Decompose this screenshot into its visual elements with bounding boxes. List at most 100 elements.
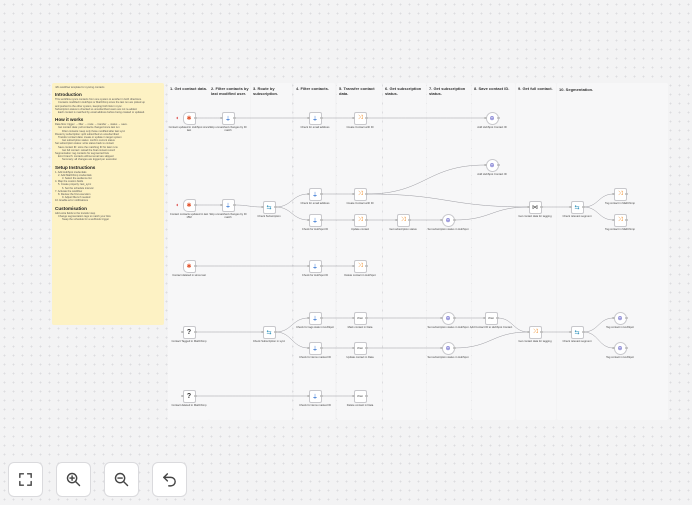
node-label: Tag contact in MailChimp — [604, 202, 636, 205]
node-in-handle[interactable] — [307, 192, 310, 196]
node-in-handle[interactable] — [352, 346, 355, 350]
node-out-handle[interactable] — [496, 316, 499, 320]
zoom-in-button[interactable] — [56, 462, 91, 497]
node-out-handle[interactable] — [274, 205, 277, 209]
node-out-handle[interactable] — [194, 116, 197, 120]
node-out-handle[interactable] — [194, 203, 197, 207]
node-out-handle[interactable] — [365, 116, 368, 120]
node-label: Contact updated in HubSpot since last — [168, 126, 210, 133]
node-label: Add Contact ID to HubSpot Contact — [469, 326, 513, 329]
node-label: Check relevant segment — [562, 215, 592, 218]
node-out-handle[interactable] — [625, 346, 628, 350]
node-out-handle[interactable] — [582, 330, 585, 334]
node-out-handle[interactable] — [365, 346, 368, 350]
node-out-handle[interactable] — [625, 218, 628, 222]
node-in-handle[interactable] — [307, 346, 310, 350]
node-out-handle[interactable] — [365, 394, 368, 398]
node-label: Check for items marked ID — [299, 404, 331, 407]
node-in-handle[interactable] — [181, 394, 184, 398]
node-in-handle[interactable] — [352, 264, 355, 268]
node-in-handle[interactable] — [395, 218, 398, 222]
node-in-handle[interactable] — [440, 346, 443, 350]
node-label: Tag contact in HubSpot — [606, 356, 634, 359]
node-out-handle[interactable] — [540, 330, 543, 334]
node-out-handle[interactable] — [320, 218, 323, 222]
zoom-in-icon — [66, 472, 81, 487]
connection — [366, 193, 529, 208]
node-out-handle[interactable] — [320, 346, 323, 350]
node-in-handle[interactable] — [612, 346, 615, 350]
node-in-handle[interactable] — [352, 218, 355, 222]
node-in-handle[interactable] — [527, 205, 530, 209]
node-in-handle[interactable] — [440, 316, 443, 320]
node-in-handle[interactable] — [569, 205, 572, 209]
node-out-handle[interactable] — [274, 330, 277, 334]
node-out-handle[interactable] — [320, 394, 323, 398]
node-label: Check for tags stale in HubSpot — [296, 326, 334, 329]
node-out-handle[interactable] — [625, 316, 628, 320]
node-out-handle[interactable] — [497, 116, 500, 120]
transform-icon: ⤨ — [617, 190, 623, 197]
node-in-handle[interactable] — [307, 116, 310, 120]
node-in-handle[interactable] — [612, 218, 615, 222]
node-out-handle[interactable] — [194, 330, 197, 334]
node-out-handle[interactable] — [497, 163, 500, 167]
node-out-handle[interactable] — [365, 192, 368, 196]
node-in-handle[interactable] — [307, 264, 310, 268]
node-in-handle[interactable] — [440, 218, 443, 222]
node-out-handle[interactable] — [453, 218, 456, 222]
node-in-handle[interactable] — [220, 116, 223, 120]
node-in-handle[interactable] — [307, 218, 310, 222]
filter-icon: ⏚ — [311, 394, 318, 401]
node-out-handle[interactable] — [320, 116, 323, 120]
fit-to-view-button[interactable] — [8, 462, 43, 497]
node-in-handle[interactable] — [307, 394, 310, 398]
node-out-handle[interactable] — [453, 316, 456, 320]
node-in-handle[interactable] — [483, 316, 486, 320]
zoom-out-button[interactable] — [104, 462, 139, 497]
node-in-handle[interactable] — [352, 192, 355, 196]
node-out-handle[interactable] — [365, 316, 368, 320]
filter-icon: ⏚ — [311, 264, 318, 271]
node-label: Check Subscription in sync — [252, 340, 286, 343]
node-in-handle[interactable] — [220, 203, 223, 207]
api-icon: ⊕ — [617, 315, 623, 322]
node-in-handle[interactable] — [612, 316, 615, 320]
node-in-handle[interactable] — [261, 330, 264, 334]
node-out-handle[interactable] — [233, 203, 236, 207]
node-in-handle[interactable] — [261, 205, 264, 209]
connection — [583, 317, 614, 333]
node-out-handle[interactable] — [320, 316, 323, 320]
node-in-handle[interactable] — [307, 316, 310, 320]
node-label: Set subscription status in HubSpot — [427, 326, 469, 329]
node-label: Get contact data for tagging — [518, 215, 552, 218]
node-in-handle[interactable] — [484, 116, 487, 120]
node-out-handle[interactable] — [320, 192, 323, 196]
node-out-handle[interactable] — [194, 394, 197, 398]
node-out-handle[interactable] — [453, 346, 456, 350]
node-out-handle[interactable] — [582, 205, 585, 209]
node-in-handle[interactable] — [612, 192, 615, 196]
undo-button[interactable] — [152, 462, 187, 497]
api-icon: ⊕ — [445, 315, 451, 322]
node-out-handle[interactable] — [408, 218, 411, 222]
node-out-handle[interactable] — [320, 264, 323, 268]
node-in-handle[interactable] — [352, 316, 355, 320]
node-out-handle[interactable] — [625, 192, 628, 196]
node-out-handle[interactable] — [365, 218, 368, 222]
connection-wires — [176, 116, 614, 397]
node-label: Skip unmatched changes by ID match — [209, 213, 247, 220]
node-in-handle[interactable] — [484, 163, 487, 167]
transform-icon: ⤨ — [357, 262, 363, 269]
node-in-handle[interactable] — [181, 330, 184, 334]
node-out-handle[interactable] — [365, 264, 368, 268]
node-in-handle[interactable] — [352, 394, 355, 398]
switch-icon: ⇆ — [574, 329, 580, 336]
node-out-handle[interactable] — [233, 116, 236, 120]
node-in-handle[interactable] — [569, 330, 572, 334]
node-label: Create Contact with ID — [346, 126, 374, 129]
node-out-handle[interactable] — [194, 264, 197, 268]
node-in-handle[interactable] — [352, 116, 355, 120]
node-in-handle[interactable] — [527, 330, 530, 334]
node-out-handle[interactable] — [540, 205, 543, 209]
